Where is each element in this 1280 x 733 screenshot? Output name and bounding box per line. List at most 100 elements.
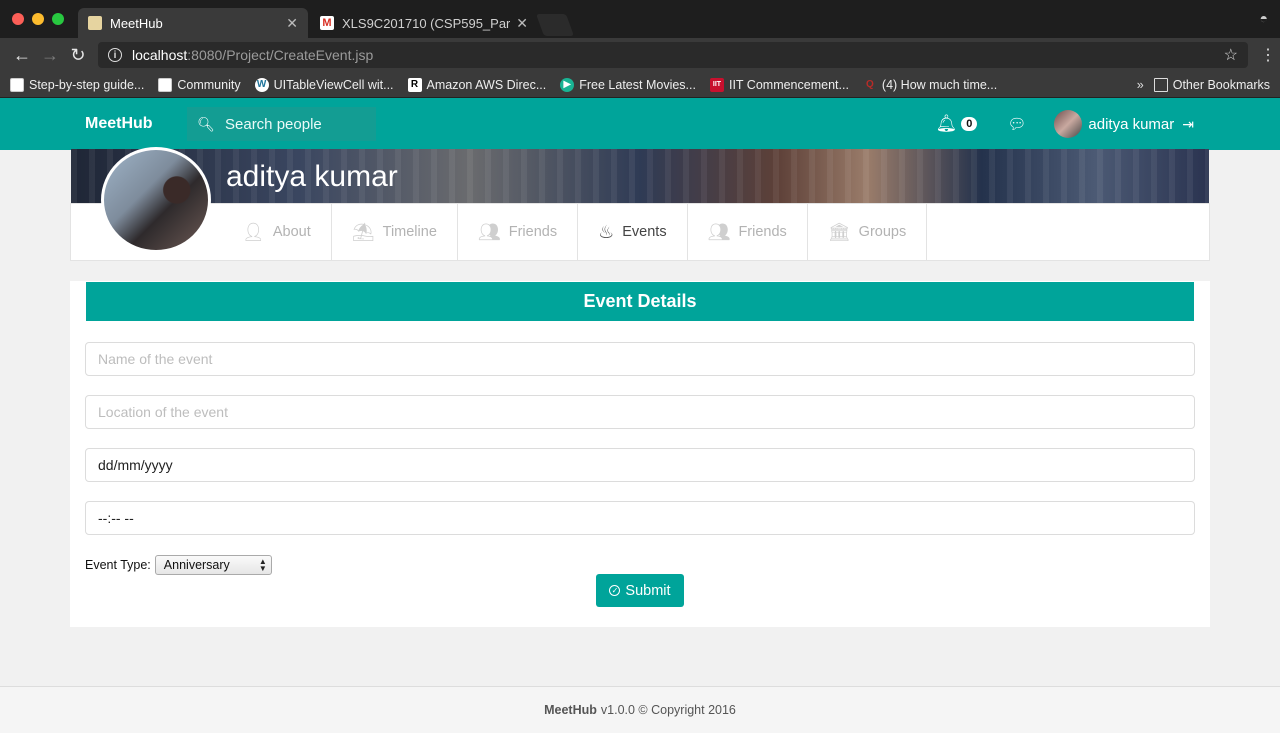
window-controls [12,13,64,25]
quora-icon: Q [866,79,874,90]
tab-friends-2[interactable]: 👥︎ Friends [688,204,808,260]
bell-icon: 🔔︎ [935,114,958,133]
event-time-value: --:-- -- [98,510,134,526]
bookmark-item[interactable]: R Amazon AWS Direc... [407,77,547,92]
bookmark-item[interactable]: Q (4) How much time... [863,78,997,92]
close-window-button[interactable] [12,13,24,25]
other-bookmarks-folder[interactable]: Other Bookmarks [1153,77,1270,92]
browser-menu-icon[interactable]: ⋮ [1260,45,1276,65]
play-icon: ▶ [560,77,575,92]
logout-icon[interactable]: ⇥ [1182,116,1194,133]
submit-button[interactable]: ✓ Submit [596,574,684,607]
bookmarks-bar: Step-by-step guide... Community W UITabl… [0,72,1280,98]
event-name-input[interactable]: Name of the event [85,342,1195,376]
search-icon[interactable]: 🔍︎ [187,116,225,133]
maximize-window-button[interactable] [52,13,64,25]
bookmark-item[interactable]: Community [158,77,241,92]
check-circle-icon: ✓ [609,585,621,596]
chat-icon[interactable]: 💬︎ [1007,115,1026,133]
bookmark-label: IIT Commencement... [728,77,849,92]
brand-logo[interactable]: MeetHub [85,115,153,133]
tab-label: Friends [738,224,787,240]
select-arrows-icon: ▲ ▼ [258,557,267,573]
iit-icon: IIT [709,77,724,92]
tab-label: Friends [508,224,558,240]
reload-icon[interactable]: ↻ [64,45,92,66]
search-box: 🔍︎ [187,107,376,141]
event-type-select[interactable]: Anniversary ▲ ▼ [154,555,272,575]
more-bookmarks-chevron-icon[interactable]: » [1137,78,1144,92]
browser-tab-gmail[interactable]: M XLS9C201710 (CSP595_Pare ✕ [310,8,538,38]
profile-picture[interactable] [101,147,211,253]
bookmark-item[interactable]: IIT IIT Commencement... [709,77,849,92]
forward-arrow-icon[interactable]: → [36,45,64,66]
bookmark-label: Free Latest Movies... [579,77,696,92]
info-icon[interactable]: i [108,48,122,62]
footer-brand: MeetHub [544,703,597,717]
form-title: Event Details [86,282,1194,321]
notifications-button[interactable]: 🔔︎ 0 [936,114,978,134]
event-date-value: dd/mm/yyyy [98,457,173,473]
event-type-label: Event Type: [85,558,151,572]
footer-copyright: v1.0.0 © Copyright 2016 [600,703,736,717]
bookmark-label: (4) How much time... [881,77,998,92]
friends-icon: 👥︎ [477,221,501,242]
browser-tab-meethub[interactable]: MeetHub ✕ [78,8,308,38]
tab-label: Events [622,224,667,240]
tab-title: MeetHub [110,15,163,31]
event-type-row: Event Type: Anniversary ▲ ▼ [85,555,272,575]
wordpress-icon: W [254,77,269,92]
bookmark-item[interactable]: W UITableViewCell wit... [254,77,394,92]
submit-label: Submit [625,582,671,599]
bookmark-label: Amazon AWS Direc... [426,77,547,92]
minimize-window-button[interactable] [32,13,44,25]
profile-tabs: 👤︎ About ⛱ Timeline 👥︎ Friends ♨ Events … [70,203,1210,261]
tab-title: XLS9C201710 (CSP595_Pare [342,15,511,31]
address-bar[interactable]: i localhost:8080/Project/CreateEvent.jsp… [98,42,1248,68]
event-location-input[interactable]: Location of the event [85,395,1195,429]
search-input[interactable] [225,115,365,133]
user-icon: 👤︎ [242,221,265,242]
bookmark-label: UITableViewCell wit... [273,77,394,92]
tab-label: Groups [858,224,907,240]
r-icon: R [407,77,422,92]
page-icon [10,77,24,92]
bank-icon: 🏛︎ [827,221,851,242]
meethub-favicon-icon [88,16,102,30]
page-icon [158,77,173,92]
tab-about[interactable]: 👤︎ About [222,204,332,260]
event-time-input[interactable]: --:-- -- [85,501,1195,535]
event-location-placeholder: Location of the event [98,404,228,420]
bookmark-item[interactable]: Step-by-step guide... [10,77,144,92]
tab-timeline[interactable]: ⛱ Timeline [332,204,458,260]
incognito-icon: ◓ [1259,10,1268,26]
timeline-icon: ⛱ [351,221,375,242]
user-menu[interactable]: aditya kumar ⇥ [1054,110,1194,138]
tab-label: About [272,224,311,240]
close-tab-icon[interactable]: ✕ [516,15,528,32]
tab-label: Timeline [382,224,437,240]
browser-titlebar: MeetHub ✕ M XLS9C201710 (CSP595_Pare ✕ ◓ [0,0,1280,38]
user-name: aditya kumar [1088,115,1175,133]
tab-groups[interactable]: 🏛︎ Groups [808,204,928,260]
tab-events[interactable]: ♨ Events [578,204,688,260]
bookmark-label: Community [177,77,241,92]
profile-name: aditya kumar [226,160,398,193]
new-tab-button[interactable] [535,14,575,36]
event-name-placeholder: Name of the event [98,351,213,367]
gmail-icon: M [320,16,334,30]
close-tab-icon[interactable]: ✕ [286,15,298,32]
event-form-card: Event Details Name of the event Location… [70,281,1210,627]
url-path: :8080/Project/CreateEvent.jsp [187,47,374,63]
event-date-input[interactable]: dd/mm/yyyy [85,448,1195,482]
notification-count-badge: 0 [961,117,978,131]
tab-friends[interactable]: 👥︎ Friends [458,204,579,260]
cake-icon: ♨ [598,221,615,242]
app-navbar: MeetHub 🔍︎ 🔔︎ 0 💬︎ aditya kumar ⇥ [0,98,1280,150]
bookmark-star-icon[interactable]: ☆ [1224,45,1238,65]
back-arrow-icon[interactable]: ← [8,45,36,66]
url-host: localhost [132,47,188,63]
avatar [1054,110,1083,138]
bookmark-item[interactable]: ▶ Free Latest Movies... [560,77,696,92]
browser-toolbar: ← → ↻ i localhost:8080/Project/CreateEve… [0,38,1280,72]
